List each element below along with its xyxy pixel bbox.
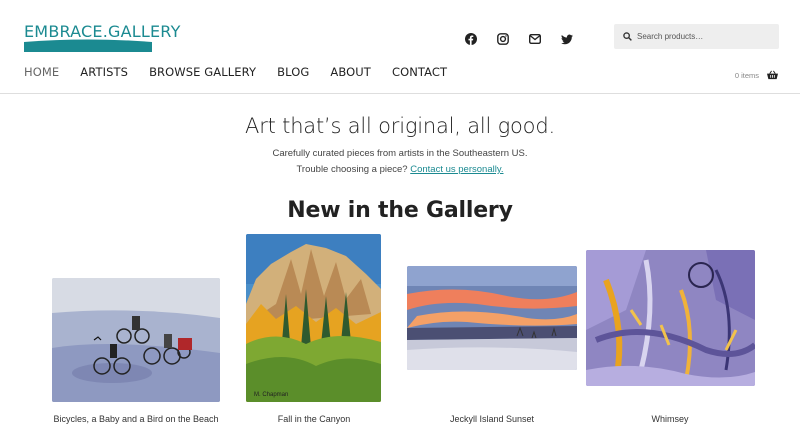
header-divider — [0, 93, 800, 94]
product-name-fall-canyon[interactable]: Fall in the Canyon — [224, 414, 404, 424]
product-search[interactable] — [614, 24, 779, 49]
product-image-fall-canyon[interactable]: M. Chapman — [246, 234, 381, 402]
product-name-jeckyll-sunset[interactable]: Jeckyll Island Sunset — [402, 414, 582, 424]
social-links — [463, 31, 575, 47]
hero-line-1: Carefully curated pieces from artists in… — [272, 148, 528, 159]
basket-icon — [767, 70, 778, 80]
hero-line-2: Trouble choosing a piece? Contact us per… — [0, 162, 800, 178]
product-image-bicycles[interactable] — [52, 278, 220, 402]
site-logo[interactable]: EMBRACE.GALLERY — [24, 22, 180, 52]
nav-home[interactable]: HOME — [24, 65, 59, 79]
svg-text:M. Chapman: M. Chapman — [254, 392, 288, 398]
facebook-icon[interactable] — [463, 31, 479, 47]
hero-title: Art that’s all original, all good. — [245, 114, 555, 138]
nav-about[interactable]: ABOUT — [330, 65, 371, 79]
nav-contact[interactable]: CONTACT — [392, 65, 447, 79]
contact-us-link[interactable]: Contact us personally. — [410, 164, 503, 175]
search-icon — [623, 32, 632, 41]
email-icon[interactable] — [527, 31, 543, 47]
product-name-bicycles[interactable]: Bicycles, a Baby and a Bird on the Beach — [46, 414, 226, 424]
nav-blog[interactable]: BLOG — [277, 65, 309, 79]
search-input[interactable] — [637, 32, 777, 41]
product-name-whimsey[interactable]: Whimsey — [580, 414, 760, 424]
logo-wave-graphic — [24, 39, 152, 52]
nav-browse-gallery[interactable]: BROWSE GALLERY — [149, 65, 256, 79]
twitter-icon[interactable] — [559, 31, 575, 47]
cart-count: 0 items — [734, 70, 759, 80]
section-title: New in the Gallery — [287, 198, 513, 223]
instagram-icon[interactable] — [495, 31, 511, 47]
nav-artists[interactable]: ARTISTS — [80, 65, 128, 79]
product-image-jeckyll-sunset[interactable] — [407, 266, 577, 370]
main-nav: HOME ARTISTS BROWSE GALLERY BLOG ABOUT C… — [24, 65, 468, 79]
cart-link[interactable]: 0 items — [735, 70, 778, 80]
hero-subtitle: Carefully curated pieces from artists in… — [0, 146, 800, 178]
product-image-whimsey[interactable] — [586, 250, 755, 386]
hero-line-2-prefix: Trouble choosing a piece? — [296, 164, 411, 175]
